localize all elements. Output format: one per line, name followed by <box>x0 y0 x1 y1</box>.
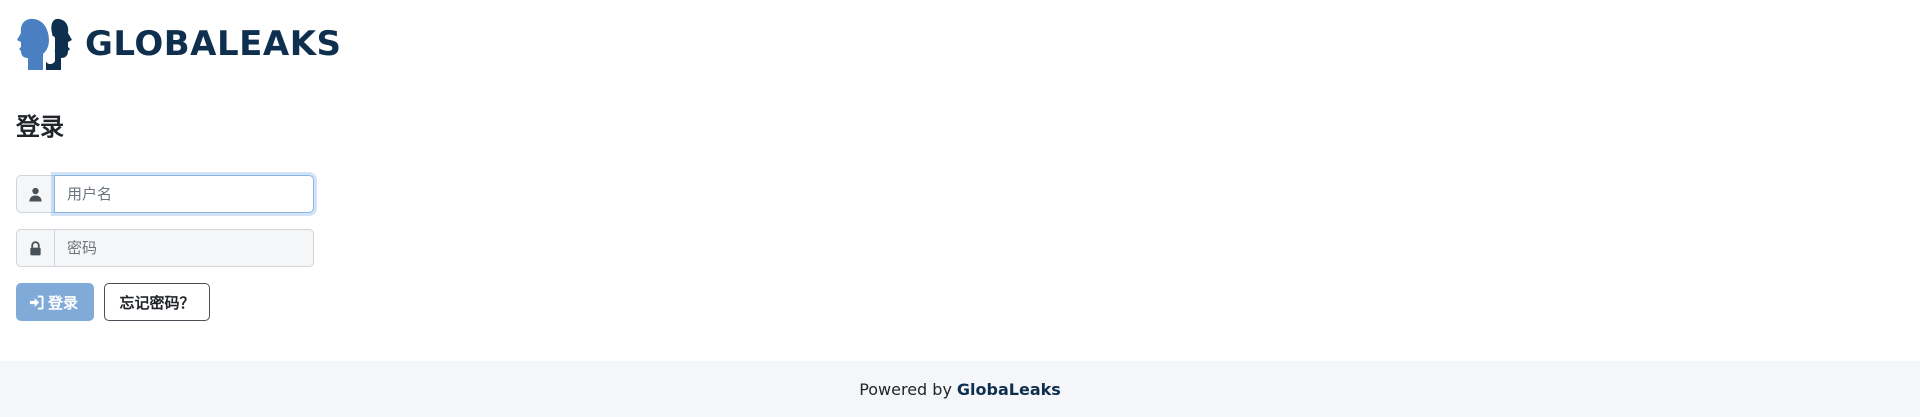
forgot-password-label: 忘记密码？ <box>119 293 195 312</box>
username-input[interactable] <box>54 175 314 213</box>
page-title: 登录 <box>16 113 64 141</box>
login-button-label: 登录 <box>48 293 79 312</box>
logo-text: GLOBALEAKS <box>85 24 342 64</box>
user-icon <box>29 187 42 202</box>
password-input[interactable] <box>54 229 314 267</box>
footer-prefix: Powered by <box>859 379 952 399</box>
footer: Powered by GlobaLeaks <box>0 361 1920 417</box>
lock-icon <box>30 240 41 255</box>
password-group <box>16 229 314 267</box>
globaleaks-logo-icon <box>17 18 72 70</box>
forgot-password-button[interactable]: 忘记密码？ <box>104 283 210 321</box>
footer-brand: GlobaLeaks <box>956 379 1061 399</box>
username-group <box>16 175 314 213</box>
header: GLOBALEAKS <box>16 16 342 73</box>
sign-in-icon <box>29 294 44 310</box>
password-addon <box>16 229 54 267</box>
username-addon <box>16 175 54 213</box>
login-button[interactable]: 登录 <box>16 283 94 321</box>
